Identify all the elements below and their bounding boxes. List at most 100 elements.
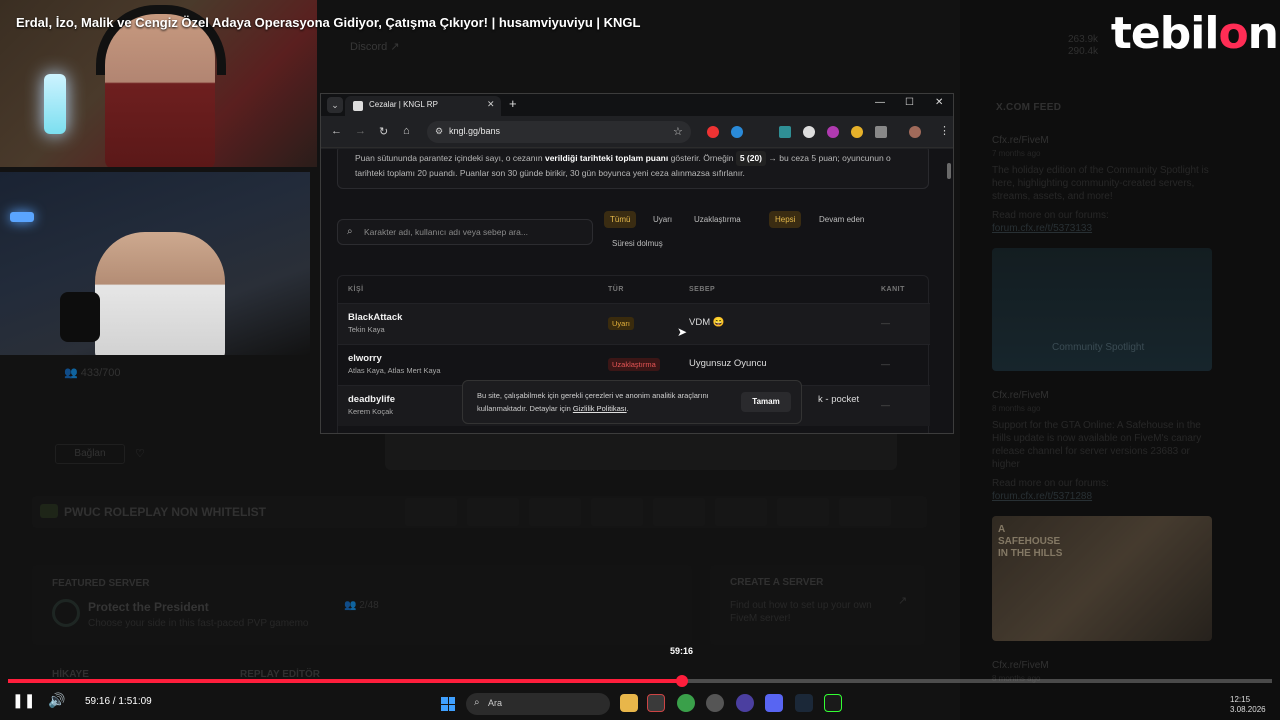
row-proof: — (881, 318, 890, 328)
player-count: 👥 433/700 (64, 367, 121, 379)
taskbar-search-label: Ara (488, 698, 503, 708)
feed-post: Cfx.re/FiveM 7 months ago The holiday ed… (992, 134, 1212, 235)
extension-icon[interactable] (779, 126, 791, 138)
feed-text: Support for the GTA Online: A Safehouse … (992, 420, 1202, 470)
featured-server-logo (52, 599, 80, 627)
extensions-puzzle-icon[interactable] (875, 126, 887, 138)
browser-window: ⌄ Cezalar | KNGL RP ✕ + — ☐ ✕ ← → ↻ ⌂ ⚙ … (320, 93, 954, 434)
video-title: Erdal, İzo, Malik ve Cengiz Özel Adaya O… (16, 15, 641, 30)
app-icon[interactable] (706, 694, 724, 712)
create-server-label: CREATE A SERVER (730, 577, 824, 588)
clock-time: 12:15 (1230, 695, 1251, 704)
seek-bar-handle[interactable] (675, 675, 688, 687)
feed-image-safehouse[interactable]: A SAFEHOUSE IN THE HILLS (992, 516, 1212, 641)
row-proof: — (881, 359, 890, 369)
extension-icon[interactable] (731, 126, 743, 138)
privacy-policy-link[interactable]: Gizlilik Politikası (573, 404, 627, 413)
ban-search-input[interactable]: ⌕ Karakter adı, kullanıcı adı veya sebep… (337, 219, 593, 245)
site-info-icon[interactable]: ⚙ (435, 126, 443, 137)
server-icon[interactable] (467, 498, 519, 526)
app-icon[interactable] (736, 694, 754, 712)
server-icon[interactable] (715, 498, 767, 526)
extension-icon[interactable] (803, 126, 815, 138)
filter-status-expired[interactable]: Süresi dolmuş (606, 235, 669, 252)
server-icon[interactable] (777, 498, 829, 526)
column-header-person: KİŞİ (348, 286, 364, 293)
profile-avatar[interactable] (909, 126, 921, 138)
discord-link[interactable]: Discord ↗ (350, 40, 400, 53)
heart-icon[interactable]: ♡ (135, 447, 145, 460)
file-explorer-icon[interactable] (620, 694, 638, 712)
row-name: BlackAttack (348, 312, 403, 323)
tab-cezalar[interactable]: Cezalar | KNGL RP ✕ (345, 96, 501, 116)
windows-taskbar: ⌕ Ara 12:15 3.08.2026 (0, 688, 1280, 720)
forward-icon[interactable]: → (355, 125, 366, 137)
seek-bar[interactable] (8, 675, 1272, 687)
feed-text: The holiday edition of the Community Spo… (992, 165, 1209, 202)
adblock-extension-icon[interactable] (707, 126, 719, 138)
row-reason: VDM 😄 (689, 317, 725, 328)
volume-icon[interactable]: 🔊 (48, 692, 65, 709)
minimize-icon[interactable]: — (875, 97, 885, 108)
scrollbar[interactable] (947, 163, 951, 179)
extension-icon[interactable] (827, 126, 839, 138)
reload-icon[interactable]: ↻ (379, 125, 388, 138)
app-icon[interactable] (647, 694, 665, 712)
url-text: kngl.gg/bans (449, 126, 501, 136)
server-icon[interactable] (591, 498, 643, 526)
mouse-cursor-icon: ➤ (677, 325, 688, 339)
taskbar-search[interactable]: ⌕ Ara (466, 693, 610, 715)
server-stats: 263.9k 290.4k (1068, 34, 1098, 58)
server-icon[interactable] (405, 498, 457, 526)
discord-icon[interactable] (765, 694, 783, 712)
filter-type-kick[interactable]: Uzaklaştırma (688, 211, 747, 228)
steam-icon[interactable] (795, 694, 813, 712)
server-icon[interactable] (839, 498, 891, 526)
clock[interactable]: 12:15 3.08.2026 (1230, 695, 1266, 715)
filter-status-all[interactable]: Hepsi (769, 211, 802, 228)
server-icon[interactable] (653, 498, 705, 526)
app-icon[interactable] (824, 694, 842, 712)
row-characters: Atlas Kaya, Atlas Mert Kaya (348, 366, 441, 375)
back-icon[interactable]: ← (331, 125, 342, 137)
time-display: 59:16 / 1:51:09 (85, 696, 152, 707)
filter-type-all[interactable]: Tümü (604, 211, 637, 228)
feed-link[interactable]: forum.cfx.re/t/5373133 (992, 222, 1212, 235)
filter-status-active[interactable]: Devam eden (813, 211, 870, 228)
bookmark-star-icon[interactable]: ☆ (673, 125, 683, 138)
browser-menu-icon[interactable]: ⋮ (939, 124, 950, 137)
create-server-desc: Find out how to set up your own FiveM se… (730, 600, 872, 624)
connect-button[interactable]: Bağlan (55, 444, 125, 464)
maximize-icon[interactable]: ☐ (905, 97, 914, 108)
tab-search-icon[interactable]: ⌄ (327, 97, 343, 113)
chrome-icon[interactable] (677, 694, 695, 712)
cookie-accept-button[interactable]: Tamam (741, 392, 791, 412)
address-bar[interactable]: ⚙ kngl.gg/bans ☆ (427, 121, 691, 143)
windows-start-icon[interactable] (441, 697, 455, 711)
new-tab-icon[interactable]: + (509, 97, 517, 111)
feed-author: Cfx.re/FiveM (992, 135, 1049, 146)
row-name: elworry (348, 353, 382, 364)
row-characters: Tekin Kaya (348, 325, 385, 334)
server-icon-strip (405, 498, 925, 526)
table-row[interactable]: elworry Atlas Kaya, Atlas Mert Kaya Uzak… (338, 344, 930, 385)
server-icon[interactable] (529, 498, 581, 526)
pause-icon[interactable]: ❚❚ (12, 692, 35, 709)
feed-link[interactable]: forum.cfx.re/t/5371288 (992, 490, 1212, 503)
feed-author: Cfx.re/FiveM (992, 390, 1049, 401)
featured-label: FEATURED SERVER (52, 578, 150, 589)
external-link-icon: ↗ (898, 595, 908, 607)
close-tab-icon[interactable]: ✕ (487, 99, 495, 110)
search-placeholder: Karakter adı, kullanıcı adı veya sebep a… (364, 227, 528, 237)
extension-icon[interactable] (851, 126, 863, 138)
filter-type-warning[interactable]: Uyarı (647, 211, 678, 228)
seek-bar-progress (8, 679, 682, 683)
feed-image-spotlight[interactable]: Community Spotlight (992, 248, 1212, 371)
browser-toolbar: ← → ↻ ⌂ ⚙ kngl.gg/bans ☆ ⋮ (321, 116, 953, 148)
featured-player-count: 👥 2/48 (344, 600, 379, 611)
close-window-icon[interactable]: ✕ (935, 97, 943, 108)
home-icon[interactable]: ⌂ (403, 125, 410, 137)
server-badge-icon (40, 504, 58, 518)
table-row[interactable]: BlackAttack Tekin Kaya Uyarı VDM 😄 — (338, 303, 930, 344)
channel-logo: tebilon (1110, 8, 1279, 59)
